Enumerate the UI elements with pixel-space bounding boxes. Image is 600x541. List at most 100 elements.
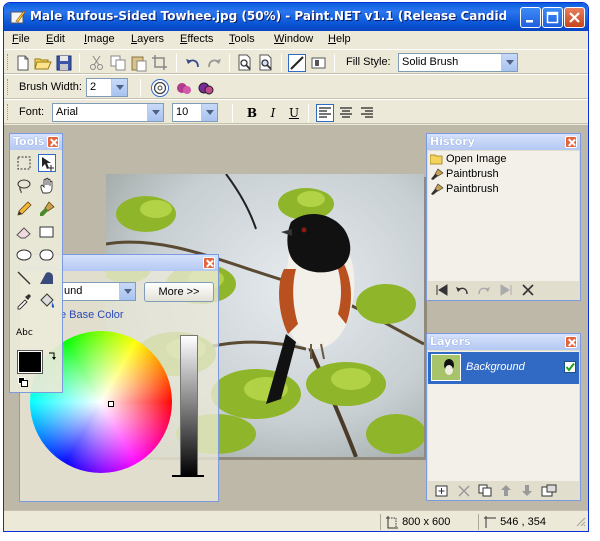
shape-fill-button[interactable] (175, 79, 193, 97)
menu-help[interactable]: Help (328, 33, 351, 45)
redo-history-button[interactable] (477, 284, 491, 299)
fast-forward-history-button[interactable] (499, 284, 513, 299)
underline-button[interactable]: U (285, 104, 303, 122)
clear-history-button[interactable] (521, 283, 535, 300)
paste-button[interactable] (130, 54, 148, 72)
new-file-icon (17, 55, 29, 71)
history-item-open-image[interactable]: Open Image (429, 153, 507, 165)
brush-width-value: 2 (90, 81, 97, 93)
paint-brush-tool[interactable] (38, 200, 56, 218)
pan-tool[interactable] (38, 177, 56, 195)
antialiasing-button[interactable] (288, 54, 306, 72)
history-panel-close-button[interactable] (565, 136, 577, 148)
color-picker-tool[interactable] (15, 292, 33, 310)
layer-row-background[interactable]: Background (428, 352, 579, 384)
cursor-position-icon (484, 516, 496, 529)
paint-bucket-tool[interactable] (38, 292, 56, 310)
copy-button[interactable] (109, 54, 127, 72)
move-layer-down-button[interactable] (520, 484, 534, 500)
align-center-button[interactable] (337, 104, 355, 122)
redo-button[interactable] (205, 54, 223, 72)
text-tool[interactable]: Abc (16, 328, 33, 338)
open-file-button[interactable] (34, 54, 52, 72)
print-preview-button[interactable] (236, 54, 254, 72)
close-button[interactable] (564, 7, 585, 28)
ellipse-shape-icon (16, 249, 32, 261)
eyedropper-icon (17, 294, 31, 310)
fill-style-dropdown[interactable]: Solid Brush (398, 53, 518, 72)
menu-effects[interactable]: Effects (180, 33, 213, 45)
color-wheel-cursor[interactable] (108, 401, 114, 407)
rectangle-select-tool[interactable] (15, 154, 33, 172)
shape-outline-button[interactable] (151, 79, 169, 97)
maximize-button[interactable] (542, 7, 563, 28)
align-right-button[interactable] (358, 104, 376, 122)
freeform-shape-tool[interactable] (38, 269, 56, 287)
value-slider-handle[interactable] (172, 475, 204, 481)
undo-history-button[interactable] (455, 284, 469, 299)
layer-properties-button[interactable] (541, 484, 557, 500)
menu-image[interactable]: Image (84, 33, 115, 45)
open-folder-icon (429, 154, 443, 165)
move-layer-up-button[interactable] (499, 484, 513, 500)
history-panel-header[interactable]: History (427, 134, 580, 150)
add-layer-button[interactable] (435, 484, 449, 500)
history-item-paintbrush[interactable]: Paintbrush (430, 183, 499, 196)
minimize-button[interactable] (520, 7, 541, 28)
align-left-button[interactable] (316, 104, 334, 122)
duplicate-layer-button[interactable] (478, 484, 492, 500)
eraser-tool[interactable] (15, 223, 33, 241)
zoom-button[interactable] (257, 54, 275, 72)
save-disk-icon (56, 55, 72, 71)
pencil-tool[interactable] (15, 200, 33, 218)
font-size-dropdown[interactable]: 10 (172, 103, 218, 122)
undo-button[interactable] (184, 54, 202, 72)
new-file-button[interactable] (14, 54, 32, 72)
crop-to-selection-button[interactable] (151, 54, 169, 72)
lasso-select-tool[interactable] (15, 177, 33, 195)
value-slider[interactable] (180, 335, 198, 477)
rewind-history-button[interactable] (435, 284, 449, 299)
line-icon (17, 271, 31, 285)
font-family-dropdown[interactable]: Arial (52, 103, 164, 122)
layers-panel-header[interactable]: Layers (427, 334, 580, 350)
delete-x-icon (522, 284, 534, 296)
delete-layer-button[interactable] (457, 484, 471, 500)
brush-width-dropdown[interactable]: 2 (86, 78, 128, 97)
title-bar[interactable]: Male Rufous-Sided Towhee.jpg (50%) - Pai… (4, 3, 588, 31)
layers-panel-close-button[interactable] (565, 336, 577, 348)
colors-panel-close-button[interactable] (203, 257, 215, 269)
menu-edit[interactable]: Edit (46, 33, 65, 45)
menu-file[interactable]: File (12, 33, 30, 45)
ellipse-tool[interactable] (15, 246, 33, 264)
line-tool[interactable] (15, 269, 33, 287)
primary-color-swatch[interactable] (17, 350, 43, 374)
swap-colors-icon[interactable] (47, 351, 57, 364)
resize-grip-icon[interactable] (574, 515, 586, 530)
menu-tools[interactable]: Tools (229, 33, 255, 45)
alpha-blending-button[interactable] (310, 54, 328, 72)
layer-visibility-checkbox[interactable] (564, 361, 576, 373)
align-left-icon (319, 107, 331, 118)
cut-button[interactable] (88, 54, 106, 72)
rectangle-tool[interactable] (38, 223, 56, 241)
tools-panel-close-button[interactable] (47, 136, 59, 148)
blend-mode-icon (311, 57, 326, 69)
rewind-icon (436, 284, 448, 296)
toolbar-separator (308, 104, 309, 122)
history-item-paintbrush[interactable]: Paintbrush (430, 168, 499, 181)
bold-button[interactable]: B (243, 104, 261, 122)
menu-window[interactable]: Window (274, 33, 313, 45)
rounded-rectangle-tool[interactable] (38, 246, 56, 264)
italic-button[interactable]: I (264, 104, 282, 122)
color-mode-dropdown[interactable]: und (60, 282, 136, 301)
more-colors-button[interactable]: More >> (144, 282, 214, 302)
shape-outline-fill-button[interactable] (197, 79, 215, 97)
menu-layers[interactable]: Layers (131, 33, 164, 45)
arrow-up-icon (501, 485, 511, 496)
save-button[interactable] (55, 54, 73, 72)
reset-colors-icon[interactable] (18, 377, 28, 390)
move-selection-tool[interactable] (38, 154, 56, 172)
tools-panel: Tools Abc (9, 133, 63, 393)
cursor-position-status: 546 , 354 (478, 514, 586, 530)
